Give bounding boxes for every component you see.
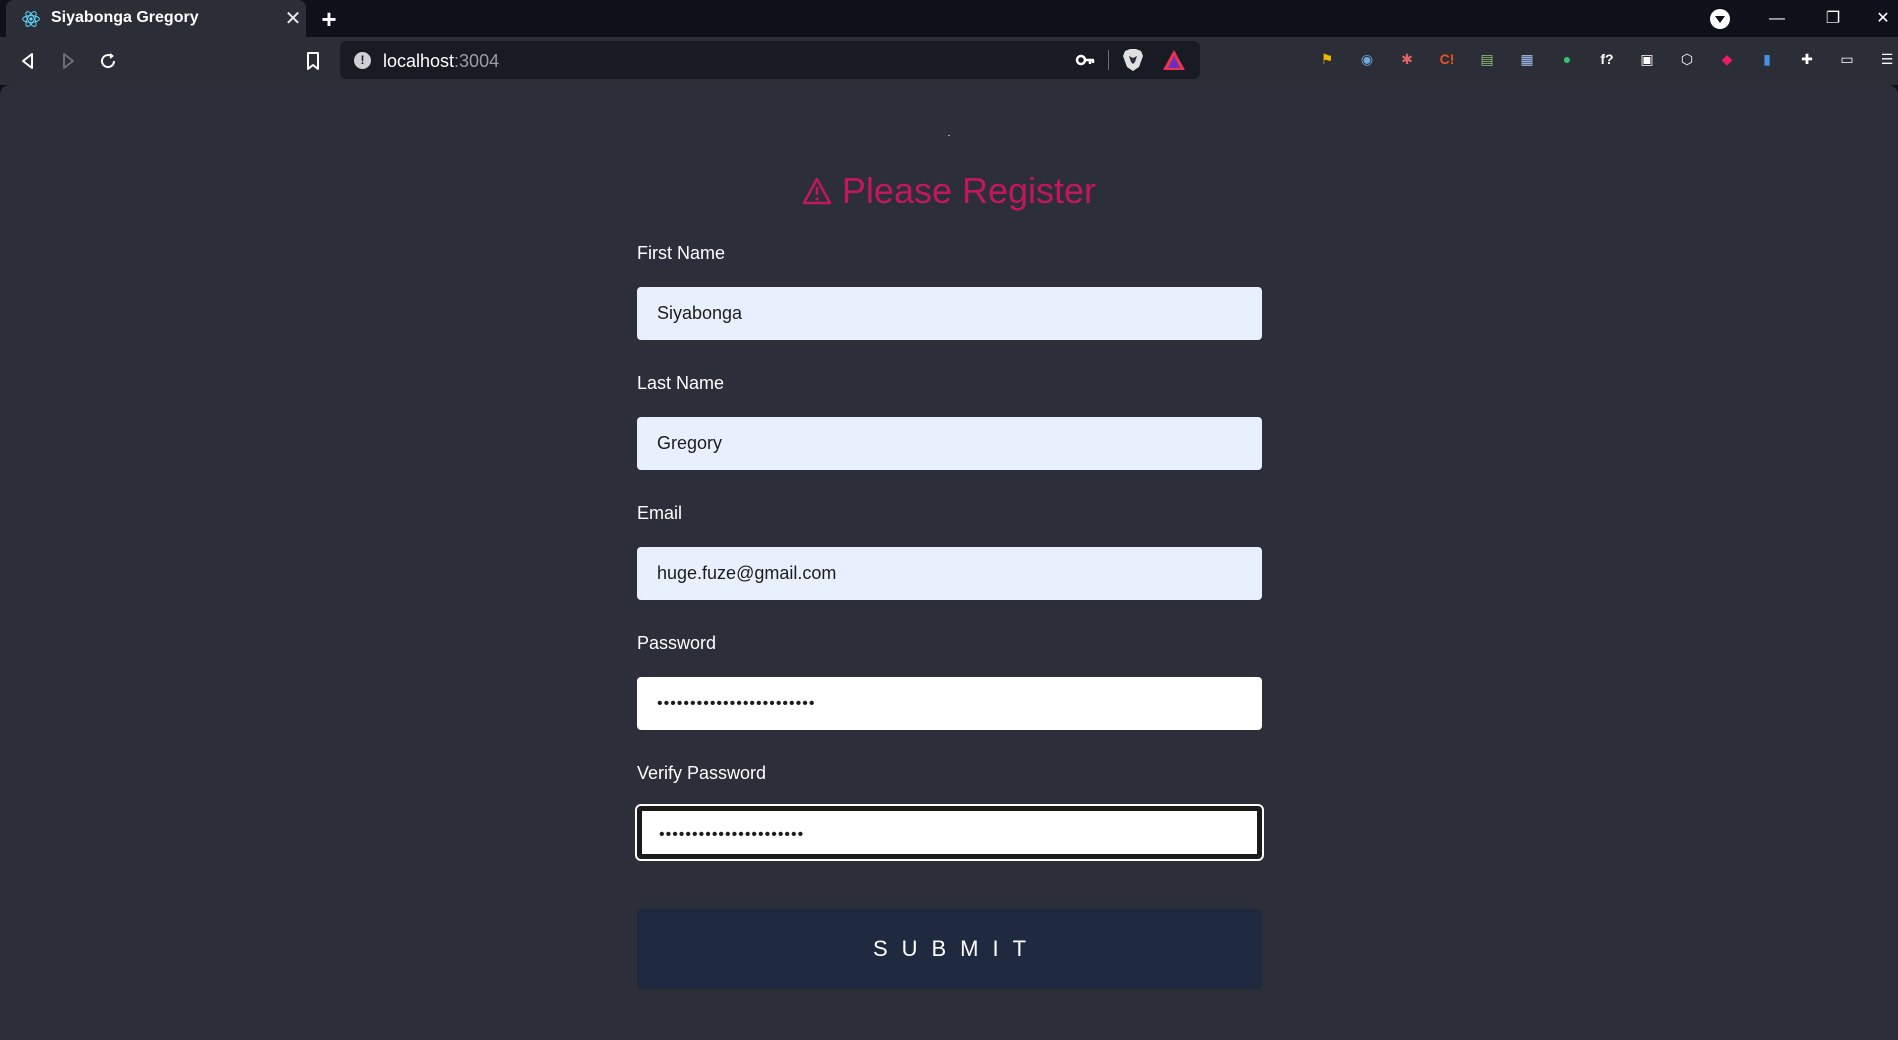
first-name-label: First Name bbox=[637, 243, 726, 263]
c-extension-icon[interactable]: C! bbox=[1436, 48, 1458, 70]
url-text[interactable]: localhost:3004 bbox=[383, 51, 499, 72]
back-button[interactable] bbox=[14, 47, 42, 75]
back-arrow-icon bbox=[22, 53, 33, 69]
submit-button[interactable]: SUBMIT bbox=[637, 909, 1262, 989]
url-port: :3004 bbox=[454, 51, 500, 71]
page-dot bbox=[948, 135, 950, 136]
restore-button[interactable]: ❐ bbox=[1810, 0, 1856, 37]
verify-password-input[interactable]: •••••••••••••••••••••• bbox=[637, 806, 1262, 859]
page-title: Please Register bbox=[0, 170, 1898, 212]
browser-toolbar: ! localhost:3004 ⚑ ◉ ✱ C! ▤ ▦ ● f? ▣ ⬡ ◆ ▮ ✚ ▭ ☰ bbox=[0, 37, 1898, 85]
menu-icon[interactable]: ☰ bbox=[1876, 48, 1898, 70]
reload-icon bbox=[101, 53, 116, 69]
sheet-extension-icon[interactable]: ▦ bbox=[1516, 48, 1538, 70]
bookmark-button[interactable] bbox=[299, 47, 327, 75]
colors-extension-icon[interactable]: ◆ bbox=[1716, 48, 1738, 70]
close-window-button[interactable]: ✕ bbox=[1860, 0, 1898, 37]
wallet-extension-icon[interactable]: ▭ bbox=[1836, 48, 1858, 70]
cube-extension-icon[interactable]: ⬡ bbox=[1676, 48, 1698, 70]
minimize-button[interactable]: — bbox=[1754, 0, 1800, 37]
verify-password-label: Verify Password bbox=[637, 763, 767, 783]
browser-tab[interactable]: Siyabonga Gregory ✕ bbox=[6, 0, 306, 37]
browser-title-bar: Siyabonga Gregory ✕ + — ❐ ✕ bbox=[0, 0, 1898, 37]
green-extension-icon[interactable]: ▤ bbox=[1476, 48, 1498, 70]
password-label: Password bbox=[637, 633, 717, 653]
forward-arrow-icon bbox=[63, 53, 74, 69]
docs-extension-icon[interactable]: ▮ bbox=[1756, 48, 1778, 70]
formula-extension-icon[interactable]: f? bbox=[1596, 48, 1618, 70]
password-input[interactable]: •••••••••••••••••••••••• bbox=[637, 677, 1262, 730]
last-name-input[interactable] bbox=[637, 417, 1262, 470]
react-logo-icon bbox=[22, 11, 40, 27]
ring-extension-icon[interactable]: ◉ bbox=[1356, 48, 1378, 70]
bot-extension-icon[interactable]: ● bbox=[1556, 48, 1578, 70]
email-label: Email bbox=[637, 503, 683, 523]
page-content: Please Register First Name Last Name Ema… bbox=[0, 85, 1898, 1040]
new-tab-button[interactable]: + bbox=[316, 6, 342, 32]
brave-rewards-icon[interactable] bbox=[1162, 49, 1186, 71]
bookmark-icon bbox=[307, 52, 319, 70]
key-icon[interactable] bbox=[1075, 51, 1095, 69]
brave-shields-icon[interactable] bbox=[1122, 48, 1144, 72]
address-bar[interactable]: ! localhost:3004 bbox=[340, 41, 1200, 79]
paw-extension-icon[interactable]: ✱ bbox=[1396, 48, 1418, 70]
reload-button[interactable] bbox=[94, 47, 122, 75]
address-divider bbox=[1108, 50, 1109, 70]
qr-extension-icon[interactable]: ▣ bbox=[1636, 48, 1658, 70]
profile-menu-icon[interactable] bbox=[1710, 9, 1730, 29]
page-title-text: Please Register bbox=[841, 170, 1097, 211]
first-name-input[interactable] bbox=[637, 287, 1262, 340]
puzzle-extension-icon[interactable]: ✚ bbox=[1796, 48, 1818, 70]
forward-button[interactable] bbox=[54, 47, 82, 75]
tab-title: Siyabonga Gregory bbox=[51, 9, 199, 26]
email-input[interactable] bbox=[637, 547, 1262, 600]
site-info-icon[interactable]: ! bbox=[354, 52, 371, 69]
url-host: localhost bbox=[383, 51, 455, 71]
warning-icon bbox=[802, 177, 832, 205]
last-name-label: Last Name bbox=[637, 373, 725, 393]
flag-extension-icon[interactable]: ⚑ bbox=[1316, 48, 1338, 70]
close-tab-icon[interactable]: ✕ bbox=[282, 8, 304, 30]
